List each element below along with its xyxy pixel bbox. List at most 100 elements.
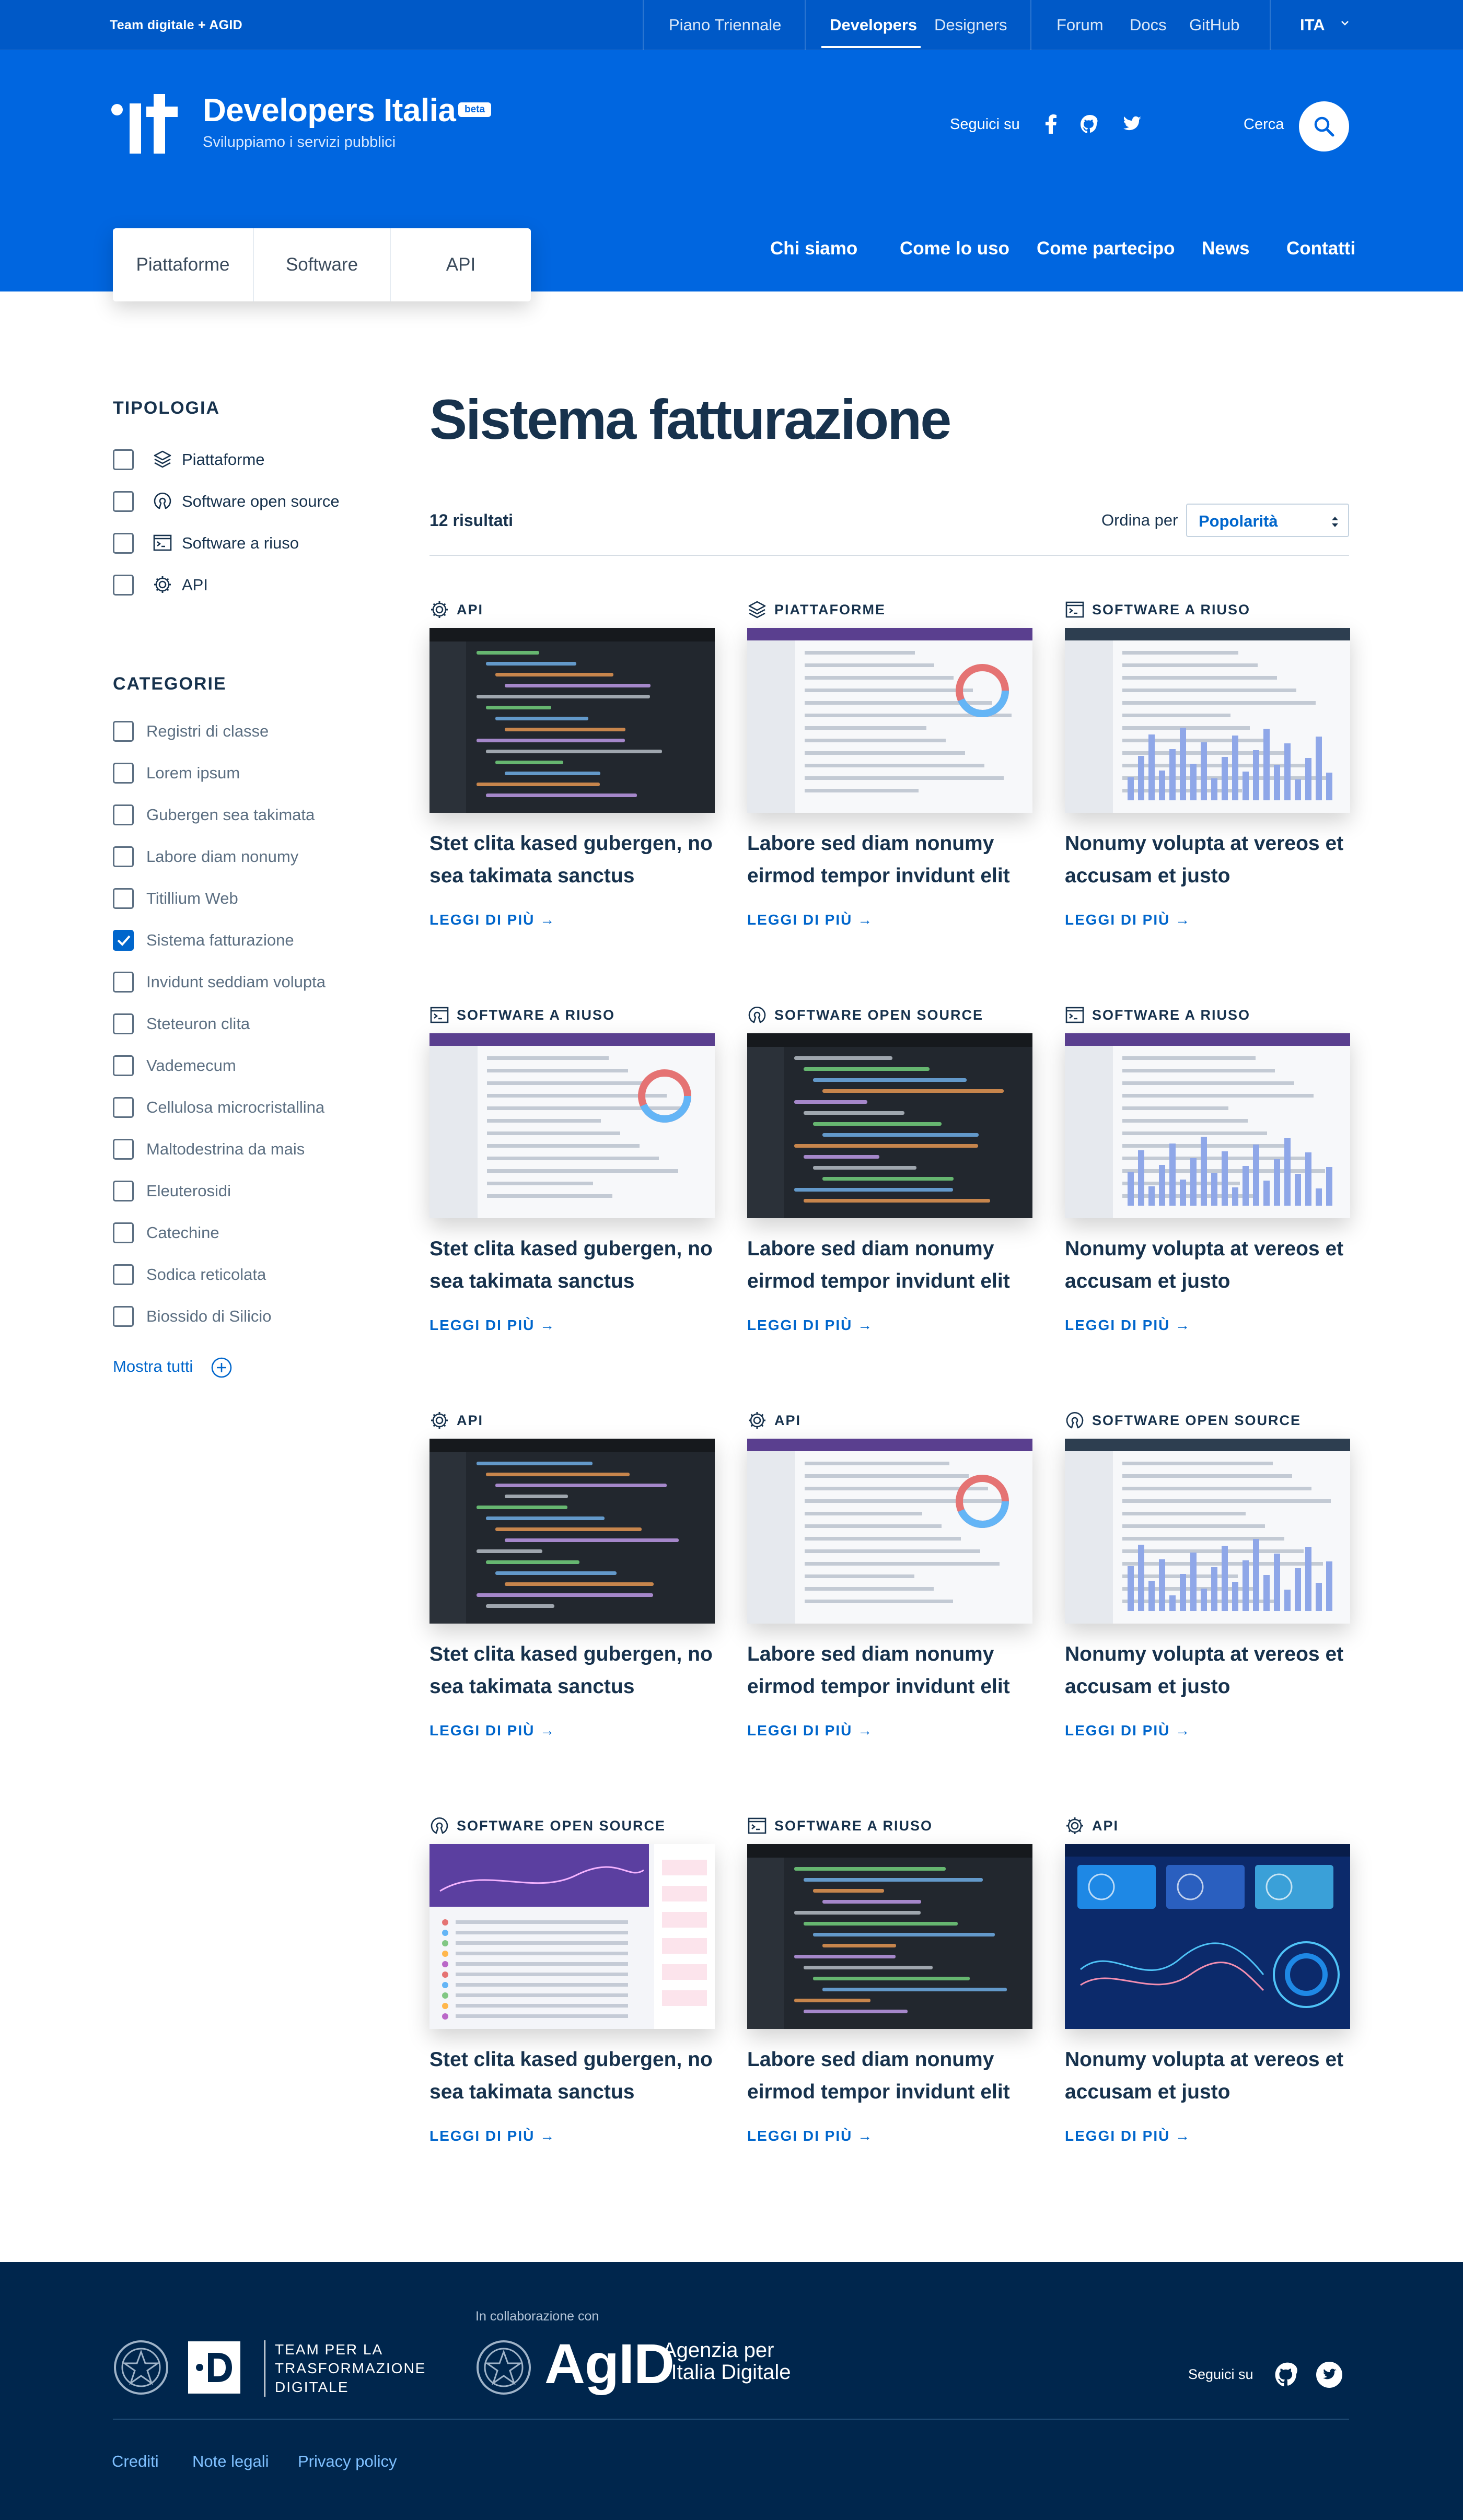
card-title[interactable]: Nonumy volupta at vereos et accusam et j… — [1065, 1233, 1350, 1298]
tab-api[interactable]: API — [391, 228, 531, 301]
tab-piattaforme[interactable]: Piattaforme — [113, 228, 253, 301]
card-title[interactable]: Labore sed diam nonumy eirmod tempor inv… — [747, 2044, 1032, 2108]
category-label[interactable]: Sistema fatturazione — [146, 931, 294, 950]
category-label[interactable]: Cellulosa microcristallina — [146, 1098, 324, 1117]
category-checkbox[interactable] — [113, 1306, 134, 1327]
category-label[interactable]: Steteuron clita — [146, 1014, 250, 1033]
twitter-icon[interactable] — [1316, 2361, 1343, 2388]
card-title[interactable]: Stet clita kased gubergen, no sea takima… — [429, 1233, 715, 1298]
read-more-link[interactable]: LEGGI DI PIÙ → — [747, 1317, 873, 1334]
category-checkbox[interactable] — [113, 1097, 134, 1118]
category-label[interactable]: Gubergen sea takimata — [146, 806, 315, 824]
tipologia-label[interactable]: Software a riuso — [182, 534, 299, 553]
order-select[interactable]: Popolarità — [1186, 504, 1349, 537]
category-checkbox[interactable] — [113, 972, 134, 993]
github-icon[interactable] — [1079, 114, 1100, 135]
card-thumbnail[interactable] — [429, 628, 715, 813]
category-checkbox[interactable] — [113, 721, 134, 742]
read-more-link[interactable]: LEGGI DI PIÙ → — [1065, 912, 1191, 928]
result-card[interactable]: PIATTAFORME Labore sed diam nonumy eirmod… — [747, 600, 1032, 965]
read-more-link[interactable]: LEGGI DI PIÙ → — [747, 2128, 873, 2144]
category-checkbox[interactable] — [113, 1013, 134, 1034]
read-more-link[interactable]: LEGGI DI PIÙ → — [1065, 1722, 1191, 1739]
agid-logo-text[interactable]: AgID — [544, 2331, 675, 2396]
card-title[interactable]: Nonumy volupta at vereos et accusam et j… — [1065, 2044, 1350, 2108]
search-label[interactable]: Cerca — [1244, 116, 1284, 133]
chevron-down-icon[interactable] — [1341, 19, 1349, 27]
category-label[interactable]: Lorem ipsum — [146, 764, 240, 783]
tab-software[interactable]: Software — [254, 228, 390, 301]
card-thumbnail[interactable] — [1065, 1033, 1350, 1218]
card-thumbnail[interactable] — [1065, 1844, 1350, 2029]
category-checkbox[interactable] — [113, 1139, 134, 1160]
category-checkbox[interactable] — [113, 804, 134, 825]
tipologia-label[interactable]: API — [182, 576, 208, 594]
nav-come-lo-uso[interactable]: Come lo uso — [900, 238, 1009, 259]
result-card[interactable]: SOFTWARE A RIUSO Nonumy volupta at vereos… — [1065, 1005, 1350, 1371]
card-title[interactable]: Stet clita kased gubergen, no sea takima… — [429, 827, 715, 892]
checkbox-piattaforme[interactable] — [113, 449, 134, 470]
category-label[interactable]: Labore diam nonumy — [146, 847, 298, 866]
card-thumbnail[interactable] — [429, 1844, 715, 2029]
nav-news[interactable]: News — [1202, 238, 1249, 259]
card-title[interactable]: Labore sed diam nonumy eirmod tempor inv… — [747, 827, 1032, 892]
category-checkbox[interactable] — [113, 846, 134, 867]
search-button[interactable] — [1299, 101, 1349, 151]
card-thumbnail[interactable] — [1065, 628, 1350, 813]
nav-contatti[interactable]: Contatti — [1286, 238, 1355, 259]
site-title[interactable]: Developers Italia — [203, 92, 456, 129]
card-title[interactable]: Stet clita kased gubergen, no sea takima… — [429, 1638, 715, 1703]
result-card[interactable]: SOFTWARE A RIUSO Labore sed diam nonumy e… — [747, 1816, 1032, 2181]
plus-circle-icon[interactable] — [210, 1356, 233, 1379]
read-more-link[interactable]: LEGGI DI PIÙ → — [747, 912, 873, 928]
read-more-link[interactable]: LEGGI DI PIÙ → — [747, 1722, 873, 1739]
result-card[interactable]: SOFTWARE A RIUSO Nonumy volupta at vereos… — [1065, 600, 1350, 965]
card-title[interactable]: Stet clita kased gubergen, no sea takima… — [429, 2044, 715, 2108]
it-logo[interactable] — [110, 94, 183, 157]
tipologia-label[interactable]: Software open source — [182, 492, 340, 511]
read-more-link[interactable]: LEGGI DI PIÙ → — [1065, 1317, 1191, 1334]
language-selector[interactable]: ITA — [1300, 0, 1325, 50]
result-card[interactable]: API Nonumy volupta at vereos et accusam e… — [1065, 1816, 1350, 2181]
category-label[interactable]: Catechine — [146, 1223, 219, 1242]
card-thumbnail[interactable] — [429, 1439, 715, 1624]
checkbox-api[interactable] — [113, 575, 134, 596]
category-checkbox[interactable] — [113, 930, 134, 951]
read-more-link[interactable]: LEGGI DI PIÙ → — [1065, 2128, 1191, 2144]
result-card[interactable]: SOFTWARE A RIUSO Stet clita kased guberge… — [429, 1005, 715, 1371]
category-label[interactable]: Maltodestrina da mais — [146, 1140, 305, 1159]
category-checkbox[interactable] — [113, 1181, 134, 1201]
github-icon[interactable] — [1274, 2361, 1301, 2388]
card-thumbnail[interactable] — [747, 1033, 1032, 1218]
card-thumbnail[interactable] — [747, 1439, 1032, 1624]
tipologia-label[interactable]: Piattaforme — [182, 450, 265, 469]
card-title[interactable]: Labore sed diam nonumy eirmod tempor inv… — [747, 1638, 1032, 1703]
category-checkbox[interactable] — [113, 888, 134, 909]
read-more-link[interactable]: LEGGI DI PIÙ → — [429, 912, 555, 928]
checkbox-software-open-source[interactable] — [113, 491, 134, 512]
result-card[interactable]: SOFTWARE OPEN SOURCE Stet clita kased gub… — [429, 1816, 715, 2181]
card-thumbnail[interactable] — [1065, 1439, 1350, 1624]
category-label[interactable]: Eleuterosidi — [146, 1182, 231, 1200]
category-checkbox[interactable] — [113, 1264, 134, 1285]
category-label[interactable]: Sodica reticolata — [146, 1265, 266, 1284]
footer-link-note-legali[interactable]: Note legali — [192, 2452, 269, 2471]
card-title[interactable]: Nonumy volupta at vereos et accusam et j… — [1065, 1638, 1350, 1703]
facebook-icon[interactable] — [1041, 114, 1062, 135]
top-link-designers[interactable]: Designers — [934, 0, 1007, 50]
read-more-link[interactable]: LEGGI DI PIÙ → — [429, 1722, 555, 1739]
top-link-docs[interactable]: Docs — [1130, 0, 1167, 50]
top-link-forum[interactable]: Forum — [1056, 0, 1104, 50]
category-label[interactable]: Registri di classe — [146, 722, 269, 741]
result-card[interactable]: API Stet clita kased gubergen, no sea tak… — [429, 600, 715, 965]
read-more-link[interactable]: LEGGI DI PIÙ → — [429, 1317, 555, 1334]
card-thumbnail[interactable] — [747, 1844, 1032, 2029]
card-thumbnail[interactable] — [429, 1033, 715, 1218]
category-checkbox[interactable] — [113, 1222, 134, 1243]
card-title[interactable]: Nonumy volupta at vereos et accusam et j… — [1065, 827, 1350, 892]
result-card[interactable]: API Labore sed diam nonumy eirmod tempor … — [747, 1410, 1032, 1776]
category-label[interactable]: Vademecum — [146, 1056, 236, 1075]
checkbox-software-a-riuso[interactable] — [113, 533, 134, 554]
card-title[interactable]: Labore sed diam nonumy eirmod tempor inv… — [747, 1233, 1032, 1298]
footer-link-privacy[interactable]: Privacy policy — [298, 2452, 397, 2471]
